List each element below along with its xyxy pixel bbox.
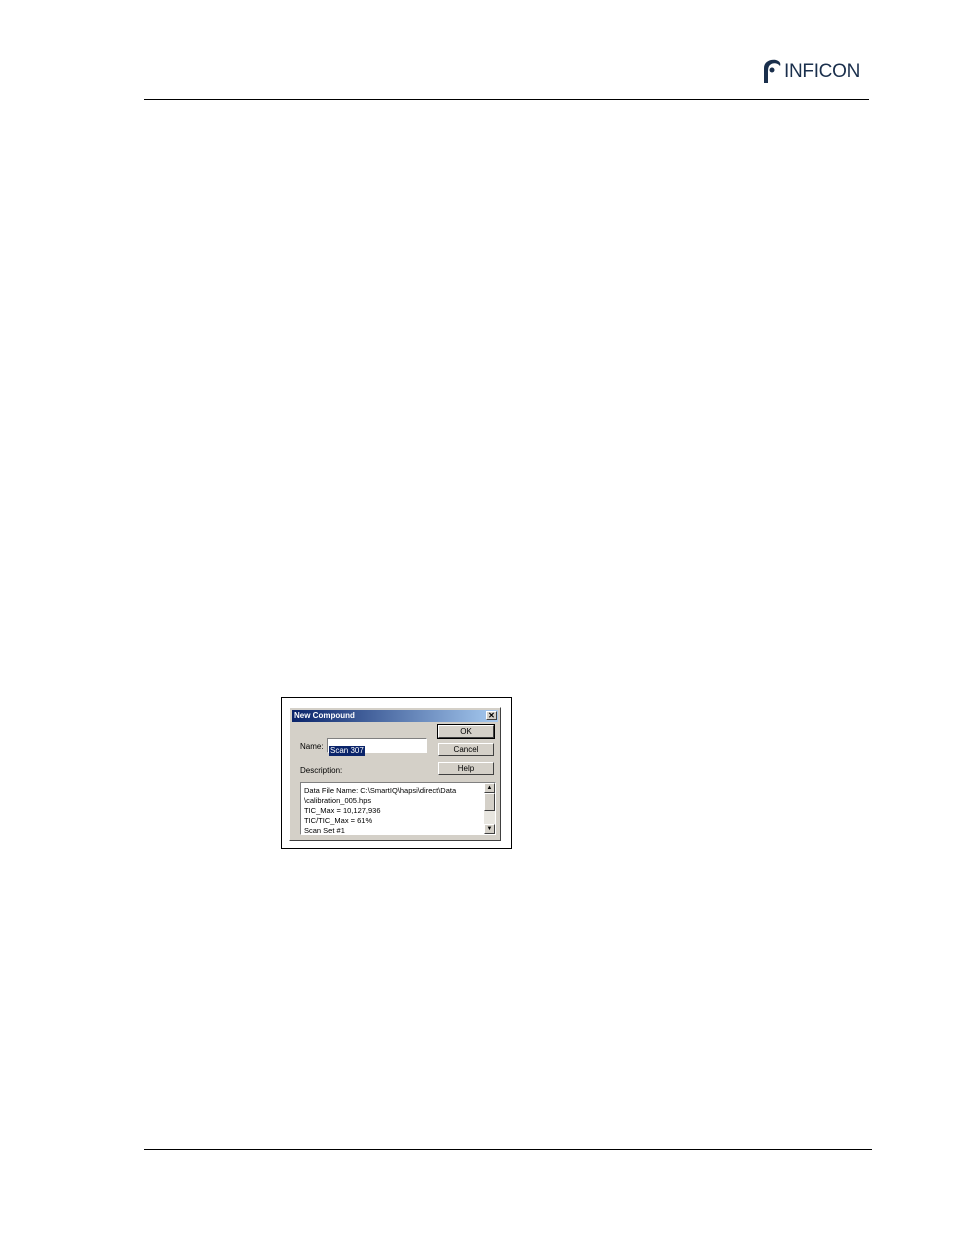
name-input-value: Scan 307 — [329, 746, 365, 756]
description-scrollbar[interactable]: ▲ ▼ — [484, 783, 495, 834]
ok-button[interactable]: OK — [437, 724, 495, 739]
scroll-up-icon: ▲ — [486, 785, 493, 791]
scroll-down-icon: ▼ — [486, 826, 493, 832]
name-label: Name: — [300, 742, 324, 751]
description-line: TIC/TIC_Max = 61% — [304, 816, 373, 825]
description-line: \calibration_005.hps — [304, 796, 372, 805]
close-icon: ✕ — [488, 711, 495, 720]
description-line: TIC_Max = 10,127,936 — [304, 806, 381, 815]
scroll-up-button[interactable]: ▲ — [484, 783, 495, 793]
scroll-down-button[interactable]: ▼ — [484, 824, 495, 834]
description-line: Scan Set #1 — [304, 826, 345, 835]
help-button[interactable]: Help — [438, 762, 494, 775]
new-compound-dialog: New Compound ✕ OK Cancel Help Name: Scan… — [289, 707, 501, 841]
close-button[interactable]: ✕ — [486, 711, 497, 720]
header-rule — [144, 99, 869, 100]
cancel-button[interactable]: Cancel — [438, 743, 494, 756]
dialog-titlebar[interactable]: New Compound ✕ — [292, 710, 498, 722]
logo-wordmark: INFICON — [784, 60, 861, 82]
dialog-title: New Compound — [294, 711, 355, 720]
inficon-logo-mark-icon — [764, 59, 781, 83]
inficon-logo: INFICON — [760, 58, 860, 84]
name-input[interactable]: Scan 307 — [327, 738, 427, 756]
description-line: Data File Name: C:\SmartIQ\hapsi\direct\… — [304, 786, 457, 795]
description-textarea[interactable]: Data File Name: C:\SmartIQ\hapsi\direct\… — [300, 782, 496, 835]
description-label: Description: — [300, 766, 343, 775]
footer-rule — [144, 1149, 872, 1150]
scroll-thumb[interactable] — [484, 793, 495, 811]
description-text: Data File Name: C:\SmartIQ\hapsi\direct\… — [304, 786, 480, 835]
